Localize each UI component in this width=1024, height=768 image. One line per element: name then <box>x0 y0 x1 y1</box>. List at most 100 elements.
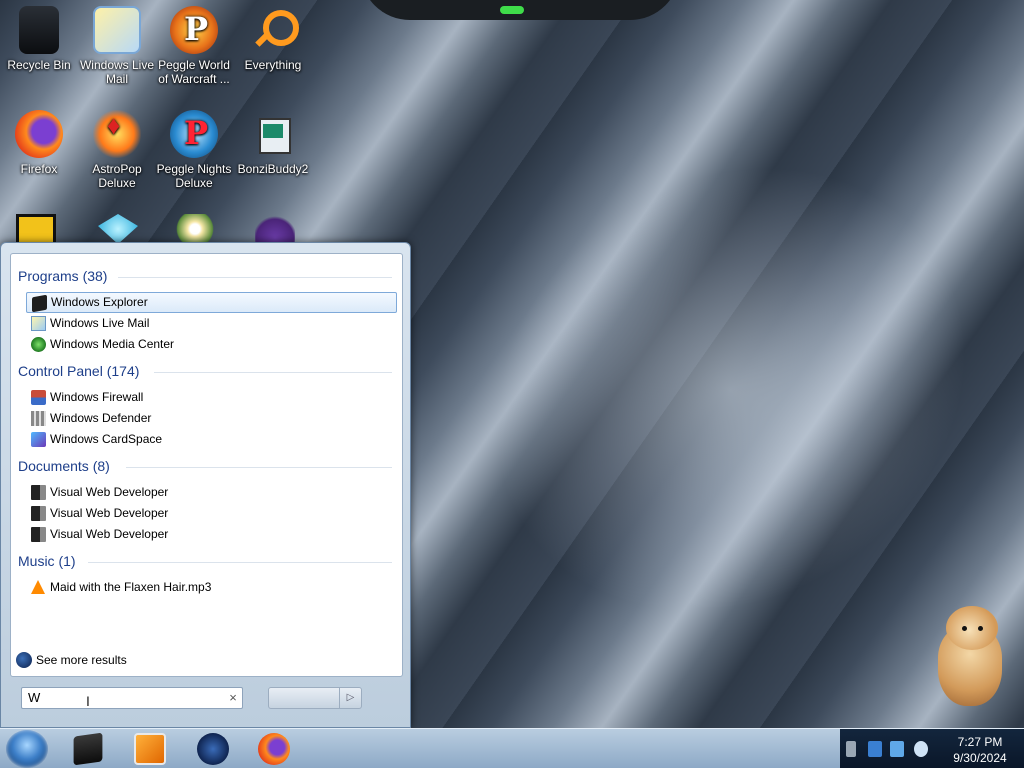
divider <box>154 372 392 373</box>
taskbar: 7:27 PM 9/30/2024 <box>0 728 1024 768</box>
desktop-icon-astropop[interactable]: AstroPop Deluxe <box>78 110 156 190</box>
desktop-icon-label: Recycle Bin <box>7 58 71 72</box>
result-item-label: Windows Explorer <box>51 295 148 309</box>
show-hidden-icons-icon[interactable] <box>846 741 856 757</box>
desktop-icon-label: Firefox <box>20 162 58 176</box>
desktop-icon-partial[interactable] <box>16 214 56 244</box>
system-tray: 7:27 PM 9/30/2024 <box>840 729 1024 768</box>
desktop-icon-peggle-wow[interactable]: Peggle World of Warcraft ... <box>155 6 233 86</box>
cardspace-icon <box>31 432 46 447</box>
desktop-icon-label: AstroPop Deluxe <box>92 162 142 190</box>
result-item-maid-with-the-flaxen-hair[interactable]: Maid with the Flaxen Hair.mp3 <box>26 577 397 598</box>
firefox-icon <box>15 110 63 158</box>
result-item-label: Maid with the Flaxen Hair.mp3 <box>50 580 212 594</box>
clock-date[interactable]: 9/30/2024 <box>940 751 1020 765</box>
windows-live-mail-icon <box>31 316 46 331</box>
result-item-label: Windows Defender <box>50 411 152 425</box>
desktop-icon-label: Everything <box>244 58 302 72</box>
desktop-icon-partial[interactable] <box>98 214 138 244</box>
result-item-windows-explorer[interactable]: Windows Explorer <box>26 292 397 313</box>
result-item-visual-web-developer[interactable]: Visual Web Developer <box>26 503 397 524</box>
action-center-icon[interactable] <box>890 741 904 757</box>
divider <box>118 277 392 278</box>
desktop-icon-peggle-nights[interactable]: Peggle Nights Deluxe <box>155 110 233 190</box>
see-more-label: See more results <box>36 653 127 667</box>
group-heading-documents[interactable]: Documents (8) <box>18 456 398 476</box>
astropop-icon <box>93 110 141 158</box>
firewall-icon <box>31 390 46 405</box>
recycle-bin-icon <box>19 6 59 54</box>
hamster-head <box>946 606 998 650</box>
group-heading-programs[interactable]: Programs (38) <box>18 266 398 286</box>
divider <box>126 467 392 468</box>
network-icon[interactable] <box>868 741 882 757</box>
see-more-results-link[interactable]: See more results <box>16 650 127 670</box>
bonzibuddy-icon <box>249 110 297 158</box>
taskbar-windows-media-player-icon[interactable] <box>134 733 166 765</box>
desktop-icon-label: Peggle Nights Deluxe <box>156 162 232 190</box>
desktop-icon-partial[interactable] <box>175 214 215 244</box>
windows-live-mail-icon <box>93 6 141 54</box>
volume-icon[interactable] <box>914 741 928 757</box>
desktop-icon-bonzibuddy[interactable]: BonziBuddy2 <box>234 110 312 176</box>
start-button[interactable] <box>6 730 48 768</box>
desktop-icon-windows-live-mail[interactable]: Windows Live Mail <box>78 6 156 86</box>
search-input-value: W <box>28 690 41 705</box>
desktop-icon-firefox[interactable]: Firefox <box>0 110 78 176</box>
result-item-label: Windows Firewall <box>50 390 144 404</box>
hamster-eye <box>962 626 967 631</box>
hamster-desktop-pet[interactable] <box>930 602 1010 712</box>
defender-icon <box>31 411 46 426</box>
group-heading-music[interactable]: Music (1) <box>18 551 398 571</box>
result-item-windows-media-center[interactable]: Windows Media Center <box>26 334 397 355</box>
group-heading-control-panel[interactable]: Control Panel (174) <box>18 361 398 381</box>
desktop-icon-recycle-bin[interactable]: Recycle Bin <box>0 6 78 72</box>
group-heading-label: Control Panel (174) <box>18 363 140 379</box>
peggle-nights-icon <box>170 110 218 158</box>
desktop-icon-everything[interactable]: Everything <box>234 6 312 72</box>
visual-web-developer-icon <box>31 506 46 521</box>
visual-web-developer-icon <box>31 527 46 542</box>
peggle-icon <box>170 6 218 54</box>
taskbar-windows-explorer-icon[interactable] <box>73 732 103 766</box>
green-led <box>500 6 524 14</box>
desktop-icon-partial[interactable] <box>255 214 295 244</box>
desktop-icon-label: Peggle World of Warcraft ... <box>158 58 230 86</box>
start-search-input[interactable]: W Ι <box>21 687 243 709</box>
result-item-visual-web-developer[interactable]: Visual Web Developer <box>26 482 397 503</box>
clear-search-icon[interactable]: × <box>226 689 240 707</box>
hamster-eye <box>978 626 983 631</box>
taskbar-firefox-icon[interactable] <box>258 733 290 765</box>
group-heading-label: Documents (8) <box>18 458 110 474</box>
group-heading-label: Programs (38) <box>18 268 108 284</box>
result-item-label: Visual Web Developer <box>50 527 169 541</box>
clock-time[interactable]: 7:27 PM <box>940 735 1020 749</box>
wallpaper-device-top <box>360 0 680 20</box>
result-item-windows-defender[interactable]: Windows Defender <box>26 408 397 429</box>
magnifier-icon <box>249 6 299 54</box>
vlc-icon <box>31 580 45 594</box>
shutdown-options-arrow[interactable]: ▷ <box>340 687 362 709</box>
result-item-label: Windows CardSpace <box>50 432 163 446</box>
text-cursor-icon: Ι <box>86 693 90 709</box>
result-item-label: Windows Live Mail <box>50 316 150 330</box>
result-item-label: Visual Web Developer <box>50 506 169 520</box>
result-item-windows-cardspace[interactable]: Windows CardSpace <box>26 429 397 450</box>
desktop-icon-label: Windows Live Mail <box>79 58 155 86</box>
desktop-icon-label: BonziBuddy2 <box>237 162 309 176</box>
result-item-windows-live-mail[interactable]: Windows Live Mail <box>26 313 397 334</box>
start-menu: Programs (38) Windows Explorer Windows L… <box>0 242 411 728</box>
search-results-pane: Programs (38) Windows Explorer Windows L… <box>10 253 403 677</box>
windows-media-center-icon <box>31 337 46 352</box>
result-item-label: Visual Web Developer <box>50 485 169 499</box>
result-item-visual-web-developer[interactable]: Visual Web Developer <box>26 524 397 545</box>
result-item-windows-firewall[interactable]: Windows Firewall <box>26 387 397 408</box>
windows-explorer-icon <box>32 294 47 313</box>
group-heading-label: Music (1) <box>18 553 76 569</box>
divider <box>88 562 392 563</box>
visual-web-developer-icon <box>31 485 46 500</box>
result-item-label: Windows Media Center <box>50 337 175 351</box>
search-globe-icon <box>16 652 32 668</box>
taskbar-bonzibuddy-icon[interactable] <box>197 733 229 765</box>
shutdown-button[interactable] <box>268 687 340 709</box>
